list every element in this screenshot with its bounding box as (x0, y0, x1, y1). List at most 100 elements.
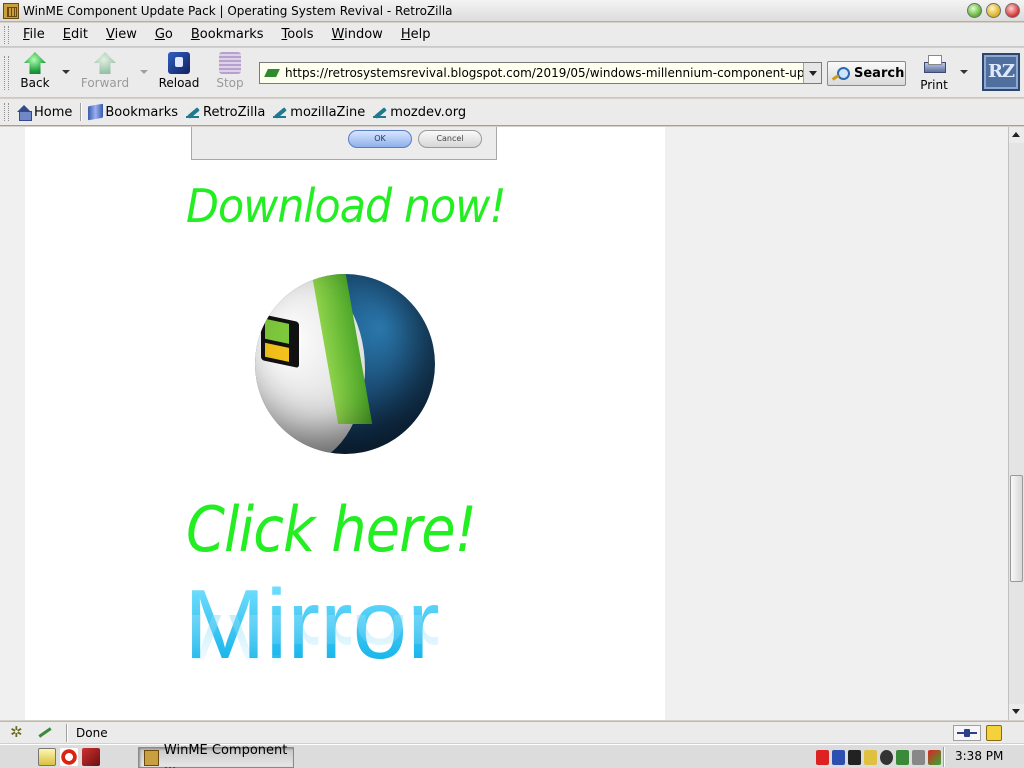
printer-icon (922, 54, 946, 74)
retrozilla-app-icon (3, 2, 19, 19)
window-title: WinME Component Update Pack | Operating … (23, 3, 453, 18)
print-button[interactable]: Print (912, 52, 956, 96)
forward-button[interactable]: Forward (78, 52, 132, 96)
scroll-down-arrow-icon[interactable] (1009, 704, 1024, 720)
reload-label: Reload (158, 76, 200, 90)
search-button[interactable]: Search (827, 61, 906, 86)
retrozilla-task-icon (144, 749, 159, 766)
menu-bar: File Edit View Go Bookmarks Tools Window… (0, 23, 1024, 47)
tray-network-icon[interactable] (880, 749, 893, 765)
menu-window[interactable]: Window (326, 27, 389, 42)
page-margin-left (0, 127, 25, 720)
url-text[interactable]: https://retrosystemsrevival.blogspot.com… (285, 66, 803, 80)
quicklaunch-notepad-icon[interactable] (38, 747, 56, 766)
reload-button[interactable]: Reload (152, 52, 206, 96)
tray-device-icon[interactable] (912, 749, 925, 765)
stop-icon (219, 52, 241, 74)
tray-ssl-icon[interactable] (848, 749, 861, 765)
forward-label: Forward (80, 76, 130, 90)
menu-edit[interactable]: Edit (57, 27, 94, 42)
print-label: Print (920, 78, 948, 92)
composer-icon[interactable] (36, 725, 56, 741)
bookmark-retrozilla-label: RetroZilla (203, 104, 266, 120)
print-dropdown[interactable] (960, 70, 968, 74)
menu-go[interactable]: Go (149, 27, 179, 42)
taskbar-clock[interactable]: 3:38 PM (955, 749, 1003, 763)
bookmarks-toolbar: Home Bookmarks RetroZilla mozillaZine mo… (0, 99, 1024, 126)
toolbar-grip[interactable] (4, 25, 9, 44)
url-dropdown-button[interactable] (803, 63, 821, 83)
bookmark-mozdev-label: mozdev.org (390, 104, 467, 120)
back-button[interactable]: Back (8, 52, 62, 96)
bookmark-icon (273, 105, 288, 119)
bookmarks-book-icon (88, 103, 104, 121)
status-bar: Done (0, 721, 1024, 743)
retrozilla-logo[interactable]: RZ (982, 53, 1020, 91)
click-here-link[interactable]: Click here! (186, 493, 477, 566)
tray-usb-icon[interactable] (832, 749, 845, 765)
tray-update-icon[interactable] (928, 749, 941, 765)
navigator-icon[interactable] (8, 723, 28, 741)
page-content: OK Cancel Download now! Click here! Mirr… (0, 127, 1008, 720)
site-favicon-icon (264, 65, 280, 81)
orb-shading (255, 274, 435, 454)
bookmark-icon (373, 105, 388, 119)
mirror-reflection: Mirror (184, 615, 440, 675)
apple-menu-icon[interactable] (8, 747, 34, 767)
back-history-dropdown[interactable] (62, 70, 70, 74)
scroll-up-arrow-icon[interactable] (1009, 127, 1024, 143)
vertical-scrollbar[interactable] (1008, 127, 1024, 720)
tray-volume-icon[interactable] (864, 749, 877, 765)
search-label: Search (854, 66, 905, 81)
online-connection-icon[interactable] (953, 725, 981, 741)
window-controls (967, 3, 1020, 18)
url-bar[interactable]: https://retrosystemsrevival.blogspot.com… (259, 62, 822, 84)
taskbar-window-label: WinME Component ... (163, 742, 288, 768)
stop-label: Stop (216, 76, 244, 90)
menu-tools[interactable]: Tools (276, 27, 320, 42)
menu-help[interactable]: Help (395, 27, 437, 42)
back-arrow-icon (24, 52, 46, 74)
bookmark-bookmarks-label: Bookmarks (105, 104, 179, 120)
menu-bookmarks[interactable]: Bookmarks (185, 27, 270, 42)
search-icon (832, 66, 850, 81)
reload-icon (168, 52, 190, 74)
maximize-button[interactable] (986, 3, 1001, 18)
page-margin-right (665, 127, 1008, 720)
windows-me-orb-image[interactable] (255, 274, 435, 454)
bookmark-mozillazine[interactable]: mozillaZine (273, 105, 365, 120)
system-tray (816, 748, 941, 766)
screenshot-dialog-image: OK Cancel (191, 127, 497, 160)
home-icon (17, 105, 32, 121)
scrollbar-thumb[interactable] (1010, 475, 1023, 582)
dialog-cancel-button-image: Cancel (418, 130, 482, 148)
bookmark-separator (80, 103, 83, 121)
tray-display-icon[interactable] (896, 749, 909, 765)
bookmark-retrozilla[interactable]: RetroZilla (186, 105, 265, 120)
menu-view[interactable]: View (100, 27, 143, 42)
quicklaunch-app-icon[interactable] (82, 747, 100, 766)
dialog-ok-button-image: OK (348, 130, 412, 148)
close-button[interactable] (1005, 3, 1020, 18)
clock-separator (943, 747, 945, 767)
quicklaunch-opera-icon[interactable] (60, 747, 78, 766)
toolbar-grip[interactable] (4, 103, 9, 121)
bookmark-mozillazine-label: mozillaZine (290, 104, 366, 120)
taskbar-window-button[interactable]: WinME Component ... (138, 743, 294, 768)
status-text: Done (76, 725, 108, 740)
taskbar: WinME Component ... 3:38 PM (0, 743, 1024, 768)
title-bar: WinME Component Update Pack | Operating … (0, 0, 1024, 22)
stop-button[interactable]: Stop (203, 52, 257, 96)
bookmark-mozdev[interactable]: mozdev.org (373, 105, 466, 120)
minimize-button[interactable] (967, 3, 982, 18)
tray-antivirus-icon[interactable] (816, 749, 829, 765)
security-lock-icon[interactable] (986, 725, 1002, 741)
bookmark-home-label: Home (34, 104, 73, 120)
forward-arrow-icon (94, 52, 116, 74)
back-label: Back (20, 76, 50, 90)
bookmark-home[interactable]: Home (17, 104, 73, 121)
forward-history-dropdown[interactable] (140, 70, 148, 74)
bookmark-bookmarks[interactable]: Bookmarks (88, 103, 179, 121)
menu-file[interactable]: File (17, 27, 51, 42)
download-now-link[interactable]: Download now! (186, 179, 507, 233)
